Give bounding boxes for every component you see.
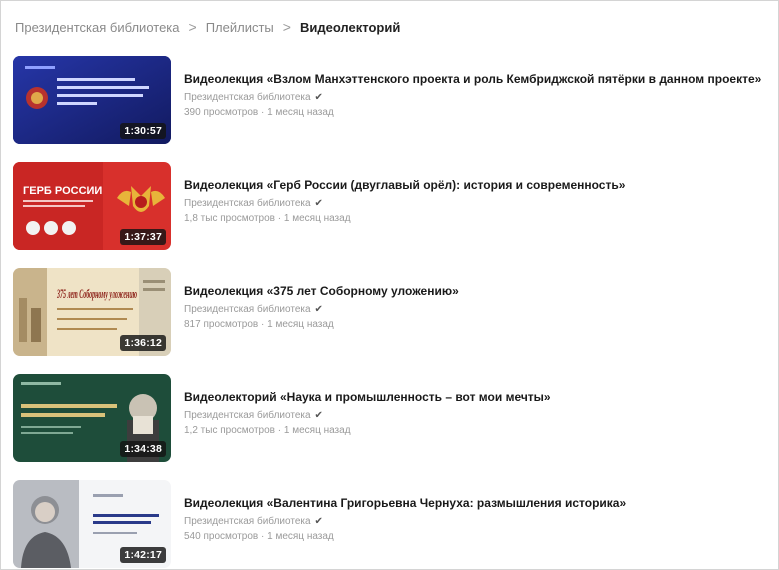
verified-check-icon: ✔ [314, 516, 323, 527]
video-row[interactable]: 375 лет Соборному уложению 1:36:12 Видео… [13, 268, 773, 374]
video-row[interactable]: ГЕРБ РОССИИ 1:37:37 Видеолекция «Герб Ро… [13, 162, 773, 268]
thumb-text: ГЕРБ РОССИИ [23, 185, 102, 197]
video-thumbnail[interactable]: ГЕРБ РОССИИ 1:37:37 [13, 162, 171, 250]
video-meta: Видеолекция «Герб России (двуглавый орёл… [184, 162, 625, 268]
video-channel: Президентская библиотека ✔ [184, 304, 459, 315]
video-list: 1:30:57 Видеолекция «Взлом Манхэттенског… [13, 56, 773, 570]
video-channel: Президентская библиотека ✔ [184, 516, 626, 527]
video-channel: Президентская библиотека ✔ [184, 410, 551, 421]
video-row[interactable]: 1:42:17 Видеолекция «Валентина Григорьев… [13, 480, 773, 570]
breadcrumb-item-current: Видеолекторий [299, 19, 401, 35]
video-meta: Видеолекция «Валентина Григорьевна Черну… [184, 480, 626, 570]
video-meta: Видеолекторий «Наука и промышленность – … [184, 374, 551, 480]
video-duration: 1:42:17 [120, 547, 166, 563]
video-title[interactable]: Видеолекция «375 лет Соборному уложению» [184, 284, 459, 298]
video-channel: Президентская библиотека ✔ [184, 198, 625, 209]
video-stats: 817 просмотров · 1 месяц назад [184, 319, 334, 330]
video-duration: 1:34:38 [120, 441, 166, 457]
video-title[interactable]: Видеолекция «Валентина Григорьевна Черну… [184, 496, 626, 510]
video-thumbnail[interactable]: 375 лет Соборному уложению 1:36:12 [13, 268, 171, 356]
video-stats: 1,2 тыс просмотров · 1 месяц назад [184, 425, 351, 436]
verified-check-icon: ✔ [314, 410, 323, 421]
verified-check-icon: ✔ [314, 304, 323, 315]
page-frame: Президентская библиотека > Плейлисты > В… [0, 0, 779, 570]
video-duration: 1:30:57 [120, 123, 166, 139]
video-thumbnail[interactable]: 1:34:38 [13, 374, 171, 462]
breadcrumb-separator-icon: > [188, 19, 197, 35]
breadcrumb-separator-icon: > [282, 19, 291, 35]
video-meta: Видеолекция «Взлом Манхэттенского проект… [184, 56, 761, 162]
breadcrumb: Президентская библиотека > Плейлисты > В… [15, 19, 400, 35]
video-stats: 1,8 тыс просмотров · 1 месяц назад [184, 213, 351, 224]
verified-check-icon: ✔ [314, 198, 323, 209]
channel-name[interactable]: Президентская библиотека [184, 304, 311, 315]
video-thumbnail[interactable]: 1:30:57 [13, 56, 171, 144]
video-title[interactable]: Видеолекция «Герб России (двуглавый орёл… [184, 178, 625, 192]
breadcrumb-item-playlists[interactable]: Плейлисты [206, 20, 274, 35]
video-channel: Президентская библиотека ✔ [184, 92, 761, 103]
video-stats: 390 просмотров · 1 месяц назад [184, 107, 334, 118]
video-row[interactable]: 1:34:38 Видеолекторий «Наука и промышлен… [13, 374, 773, 480]
channel-name[interactable]: Президентская библиотека [184, 516, 311, 527]
breadcrumb-item-library[interactable]: Президентская библиотека [15, 20, 180, 35]
video-meta: Видеолекция «375 лет Соборному уложению»… [184, 268, 459, 374]
video-stats: 540 просмотров · 1 месяц назад [184, 531, 334, 542]
video-duration: 1:37:37 [120, 229, 166, 245]
video-thumbnail[interactable]: 1:42:17 [13, 480, 171, 568]
thumb-text: 375 лет Соборному уложению [57, 286, 138, 301]
channel-name[interactable]: Президентская библиотека [184, 198, 311, 209]
video-row[interactable]: 1:30:57 Видеолекция «Взлом Манхэттенског… [13, 56, 773, 162]
channel-name[interactable]: Президентская библиотека [184, 92, 311, 103]
video-title[interactable]: Видеолекторий «Наука и промышленность – … [184, 390, 551, 404]
video-duration: 1:36:12 [120, 335, 166, 351]
video-title[interactable]: Видеолекция «Взлом Манхэттенского проект… [184, 72, 761, 86]
channel-name[interactable]: Президентская библиотека [184, 410, 311, 421]
verified-check-icon: ✔ [314, 92, 323, 103]
